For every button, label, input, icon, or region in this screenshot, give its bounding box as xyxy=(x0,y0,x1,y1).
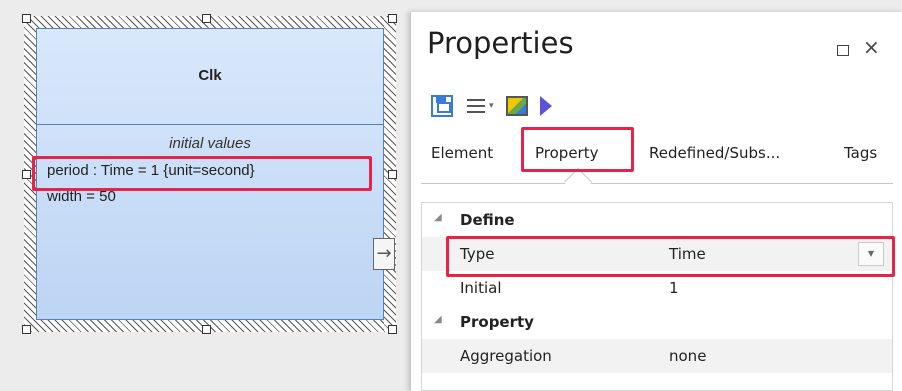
section-label: Property xyxy=(460,313,534,331)
image-icon[interactable] xyxy=(505,96,528,116)
close-icon[interactable]: × xyxy=(863,35,880,59)
panel-title: Properties xyxy=(427,26,574,60)
resize-handle-ne[interactable] xyxy=(388,14,397,23)
tab-element[interactable]: Element xyxy=(431,144,493,162)
highlight-box-property-tab xyxy=(521,127,634,172)
block-name: Clk xyxy=(198,67,222,84)
port-element[interactable]: → xyxy=(373,238,395,270)
resize-handle-n[interactable] xyxy=(202,14,211,23)
collapse-icon[interactable]: ◢ xyxy=(434,314,442,325)
resize-handle-s[interactable] xyxy=(202,325,211,334)
resize-handle-se[interactable] xyxy=(388,325,397,334)
property-label: Initial xyxy=(460,279,502,297)
run-icon[interactable] xyxy=(539,96,552,116)
properties-panel: Properties × ▾ Element Property Redefine… xyxy=(410,12,902,391)
collapse-icon[interactable]: ◢ xyxy=(434,212,442,223)
tab-tags[interactable]: Tags xyxy=(844,144,877,162)
section-header-property[interactable]: ◢ Property xyxy=(422,305,892,339)
property-label: Aggregation xyxy=(460,347,552,365)
section-label: Define xyxy=(460,211,515,229)
resize-handle-nw[interactable] xyxy=(22,14,31,23)
highlight-box-period xyxy=(32,156,372,191)
restore-window-icon[interactable] xyxy=(837,45,849,56)
highlight-box-type-row xyxy=(446,236,895,277)
arrow-right-icon: → xyxy=(376,243,392,264)
tab-strip: Element Property Redefined/Subs... Tags xyxy=(411,136,902,176)
dropdown-caret-icon[interactable]: ▾ xyxy=(489,101,494,111)
section-header-define[interactable]: ◢ Define xyxy=(422,203,892,237)
property-value[interactable]: none xyxy=(669,347,706,365)
panel-toolbar: ▾ xyxy=(431,92,552,120)
compartment-divider xyxy=(37,124,383,125)
property-grid: ◢ Define Type Time ▼ Initial 1 ◢ Propert… xyxy=(421,202,893,391)
resize-handle-sw[interactable] xyxy=(22,325,31,334)
property-value[interactable]: 1 xyxy=(669,279,679,297)
tab-redefined-subsets[interactable]: Redefined/Subs... xyxy=(649,144,780,162)
save-icon[interactable] xyxy=(431,95,453,117)
resize-handle-w[interactable] xyxy=(22,170,31,179)
grid-row-aggregation[interactable]: Aggregation none xyxy=(422,339,892,373)
resize-handle-e[interactable] xyxy=(388,170,397,179)
tab-underline xyxy=(421,183,893,184)
compartment-heading: initial values xyxy=(169,135,251,152)
menu-icon[interactable] xyxy=(467,99,485,113)
